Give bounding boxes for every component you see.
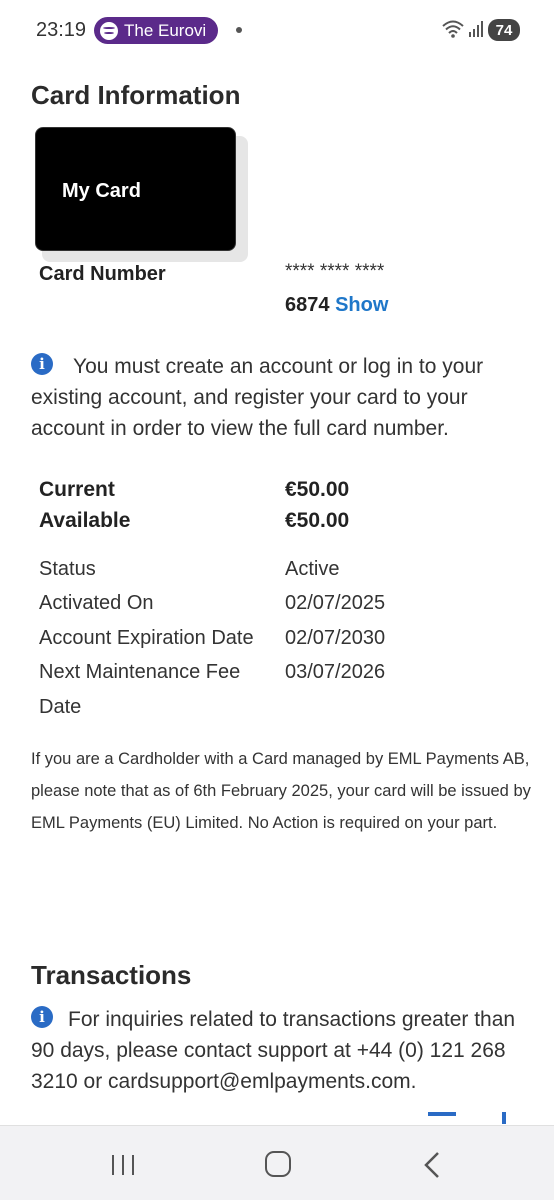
download-icon[interactable]	[428, 1112, 456, 1124]
spotify-icon	[100, 21, 118, 40]
current-balance-label: Current	[39, 478, 115, 501]
card-number-masked: **** **** ****	[285, 261, 385, 282]
filter-icon[interactable]	[502, 1112, 506, 1124]
card-number-label: Card Number	[39, 263, 166, 285]
card-image: My Card	[35, 127, 236, 251]
status-label: Status	[39, 558, 96, 580]
home-icon[interactable]	[265, 1151, 291, 1177]
status-value: Active	[285, 558, 340, 580]
transactions-notice-text: For inquiries related to transactions gr…	[31, 1008, 516, 1093]
card-image-label: My Card	[62, 180, 141, 202]
status-bar: 23:19 The Eurovi 74	[0, 0, 554, 62]
maintenance-fee-label-cont: Date	[39, 696, 82, 718]
status-time: 23:19	[36, 19, 87, 41]
expiration-date-label: Account Expiration Date	[39, 627, 254, 649]
activated-on-label: Activated On	[39, 592, 154, 614]
signal-icon	[469, 21, 483, 37]
wifi-icon	[442, 20, 464, 38]
available-balance-value: €50.00	[285, 509, 350, 532]
activated-on-value: 02/07/2025	[285, 592, 386, 614]
card-number-last4: 6874	[285, 294, 330, 316]
media-notification-pill[interactable]: The Eurovi	[94, 17, 218, 44]
card-number-row: 6874 Show	[285, 294, 388, 317]
current-balance-value: €50.00	[285, 478, 350, 501]
notification-dot-icon	[236, 27, 242, 33]
card-information-title: Card Information	[31, 80, 241, 110]
eml-notice-text: If you are a Cardholder with a Card mana…	[31, 750, 531, 832]
maintenance-fee-label: Next Maintenance Fee	[39, 661, 241, 683]
recent-apps-icon[interactable]	[110, 1154, 136, 1176]
expiration-date-value: 02/07/2030	[285, 627, 386, 649]
back-icon[interactable]	[422, 1151, 442, 1179]
battery-icon: 74	[488, 19, 520, 41]
maintenance-fee-value: 03/07/2026	[285, 661, 386, 683]
show-card-number-link[interactable]: Show	[335, 294, 388, 316]
system-nav-bar	[0, 1125, 554, 1200]
account-notice-text: You must create an account or log in to …	[31, 355, 484, 440]
media-label: The Eurovi	[124, 20, 207, 40]
transactions-title: Transactions	[31, 960, 192, 990]
available-balance-label: Available	[39, 509, 131, 532]
